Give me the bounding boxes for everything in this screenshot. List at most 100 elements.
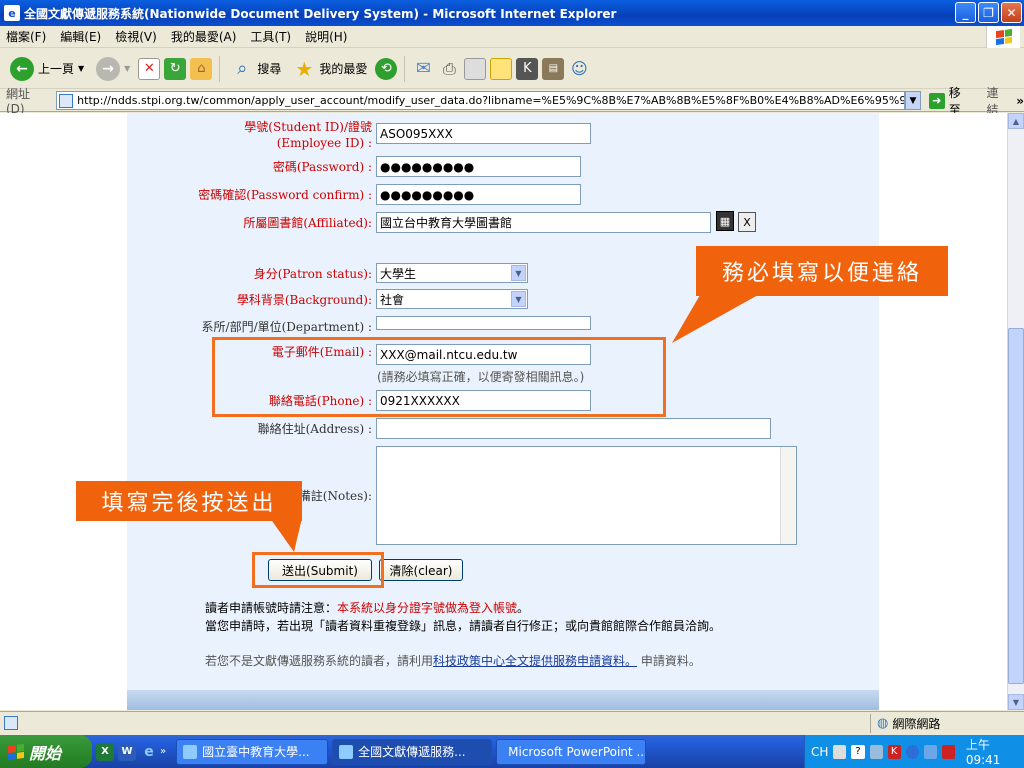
address-label: 網址(D) [6, 87, 31, 116]
student-id-label: 學號(Student ID)/證號 [244, 120, 372, 134]
ie-icon [339, 744, 354, 759]
student-id-input[interactable]: ASO095XXX [376, 123, 591, 144]
keyboard-icon[interactable] [833, 744, 847, 759]
language-indicator[interactable]: CH [811, 745, 828, 759]
k-tray-icon[interactable]: K [887, 744, 901, 759]
notice-suffix: 。 [517, 601, 530, 615]
zone-label: 網際網路 [892, 717, 941, 731]
chevron-right-icon[interactable]: » [1016, 94, 1024, 108]
forward-button[interactable]: → ▼ [92, 53, 134, 85]
search-icon: ⌕ [237, 58, 248, 79]
ie-icon: e [4, 5, 20, 21]
toolbar-separator [404, 55, 406, 82]
patron-status-label: 身分(Patron status): [253, 267, 372, 281]
notes-textarea[interactable] [376, 446, 797, 545]
menu-favorites[interactable]: 我的最愛(A) [171, 28, 237, 45]
favorites-button[interactable]: ★ 我的最愛 [289, 53, 371, 85]
menu-tools[interactable]: 工具(T) [250, 28, 291, 45]
back-label: 上一頁 [38, 62, 75, 76]
back-button[interactable]: ← 上一頁 ▼ [6, 53, 88, 85]
clock: 上午 09:41 [965, 738, 1001, 767]
word-icon[interactable]: W [118, 742, 136, 761]
search-button[interactable]: ⌕ 搜尋 [227, 53, 285, 85]
task-ndds-label: 全國文獻傳遞服務... [358, 745, 466, 759]
password-confirm-input[interactable]: ●●●●●●●●● [376, 184, 581, 205]
submit-callout: 填寫完後按送出 [76, 481, 302, 521]
contact-callout-pointer [672, 295, 758, 343]
scroll-thumb[interactable] [1008, 328, 1024, 684]
menu-bar: 檔案(F) 編輯(E) 檢視(V) 我的最愛(A) 工具(T) 說明(H) [0, 26, 1024, 48]
ime-icon[interactable] [869, 744, 883, 759]
note-icon[interactable] [490, 57, 513, 80]
system-tray: CH ? K 上午 09:41 [804, 735, 1024, 768]
affiliated-label: 所屬圖書館(Affiliated): [243, 216, 372, 230]
scroll-up-icon[interactable]: ▲ [1008, 113, 1024, 129]
search-label: 搜尋 [257, 62, 282, 76]
task-powerpoint[interactable]: Microsoft PowerPoint ... [496, 738, 647, 765]
page-icon [59, 93, 74, 108]
library-picker-icon[interactable]: ▦ [716, 211, 734, 231]
address-input[interactable]: http://ndds.stpi.org.tw/common/apply_use… [56, 91, 906, 110]
taskbar: 開始 X W e » 國立臺中教育大學... 全國文獻傳遞服務... Micro… [0, 735, 1024, 768]
menu-help[interactable]: 說明(H) [305, 28, 347, 45]
mail-icon[interactable]: ✉ [412, 58, 434, 80]
help-icon[interactable]: ? [851, 744, 865, 759]
refresh-icon[interactable]: ↻ [164, 57, 187, 80]
clear-button[interactable]: 清除(clear) [379, 559, 463, 581]
edit-icon[interactable] [464, 57, 487, 80]
volume-icon[interactable] [923, 744, 937, 759]
notice-3-suffix: 申請資料。 [637, 654, 701, 668]
go-arrow-icon[interactable]: ➜ [928, 92, 945, 109]
affiliated-input[interactable]: 國立台中教育大學圖書館 [376, 212, 711, 233]
ie-quicklaunch-icon[interactable]: e [140, 743, 158, 761]
patron-status-value: 大學生 [380, 266, 417, 281]
employee-id-label: (Employee ID) : [276, 136, 372, 150]
textarea-scrollbar[interactable] [780, 447, 796, 544]
task-ntcu[interactable]: 國立臺中教育大學... [176, 738, 329, 765]
task-ndds[interactable]: 全國文獻傳遞服務... [332, 738, 493, 765]
chevron-right-icon[interactable]: » [160, 746, 166, 757]
background-select[interactable]: 社會 ▼ [376, 289, 528, 309]
task-ntcu-label: 國立臺中教育大學... [202, 745, 310, 759]
home-icon[interactable]: ⌂ [190, 57, 213, 80]
window-controls: _ ❐ ✕ [955, 2, 1022, 23]
password-label: 密碼(Password) : [272, 160, 372, 174]
antivirus-icon[interactable] [941, 744, 955, 759]
excel-icon[interactable]: X [96, 742, 114, 761]
notice-highlight: 本系統以身分證字號做為登入帳號 [337, 601, 518, 615]
submit-callout-pointer [270, 518, 302, 552]
chevron-down-icon: ▼ [124, 64, 131, 73]
history-icon[interactable]: ⟲ [375, 57, 398, 80]
minimize-button[interactable]: _ [955, 2, 976, 23]
submit-highlight-box [252, 552, 384, 588]
scroll-down-icon[interactable]: ▼ [1008, 694, 1024, 710]
close-button[interactable]: ✕ [1001, 2, 1022, 23]
globe-icon: ◍ [877, 716, 889, 731]
restore-button[interactable]: ❐ [978, 2, 999, 23]
address-label: 聯絡住址(Address) : [257, 422, 372, 436]
affiliated-clear-button[interactable]: X [738, 212, 756, 232]
windows-logo-icon [8, 743, 24, 760]
forward-arrow-icon: → [96, 56, 121, 81]
menu-view[interactable]: 檢視(V) [115, 28, 157, 45]
contact-callout: 務必填寫以便連絡 [696, 246, 948, 296]
stop-icon[interactable]: ✕ [138, 57, 161, 80]
print-icon[interactable]: ⎙ [438, 58, 460, 80]
research-icon[interactable]: ▤ [542, 57, 565, 80]
password-input[interactable]: ●●●●●●●●● [376, 156, 581, 177]
chevron-down-icon: ▼ [511, 265, 526, 281]
network-icon[interactable] [905, 744, 919, 759]
address-url: http://ndds.stpi.org.tw/common/apply_use… [77, 94, 906, 107]
chevron-down-icon: ▼ [78, 64, 85, 73]
menu-file[interactable]: 檔案(F) [6, 28, 46, 45]
messenger-icon[interactable]: ☺ [568, 58, 590, 80]
fulltext-service-link[interactable]: 科技政策中心全文提供服務申請資料。 [433, 654, 637, 668]
menu-edit[interactable]: 編輯(E) [60, 28, 101, 45]
page-scrollbar[interactable]: ▲ ▼ [1007, 113, 1024, 710]
patron-status-select[interactable]: 大學生 ▼ [376, 263, 528, 283]
k-app-icon[interactable]: K [516, 57, 539, 80]
department-input[interactable] [376, 316, 591, 330]
address-field[interactable] [376, 418, 771, 439]
start-button[interactable]: 開始 [0, 735, 92, 768]
address-dropdown-button[interactable]: ▼ [905, 91, 921, 110]
